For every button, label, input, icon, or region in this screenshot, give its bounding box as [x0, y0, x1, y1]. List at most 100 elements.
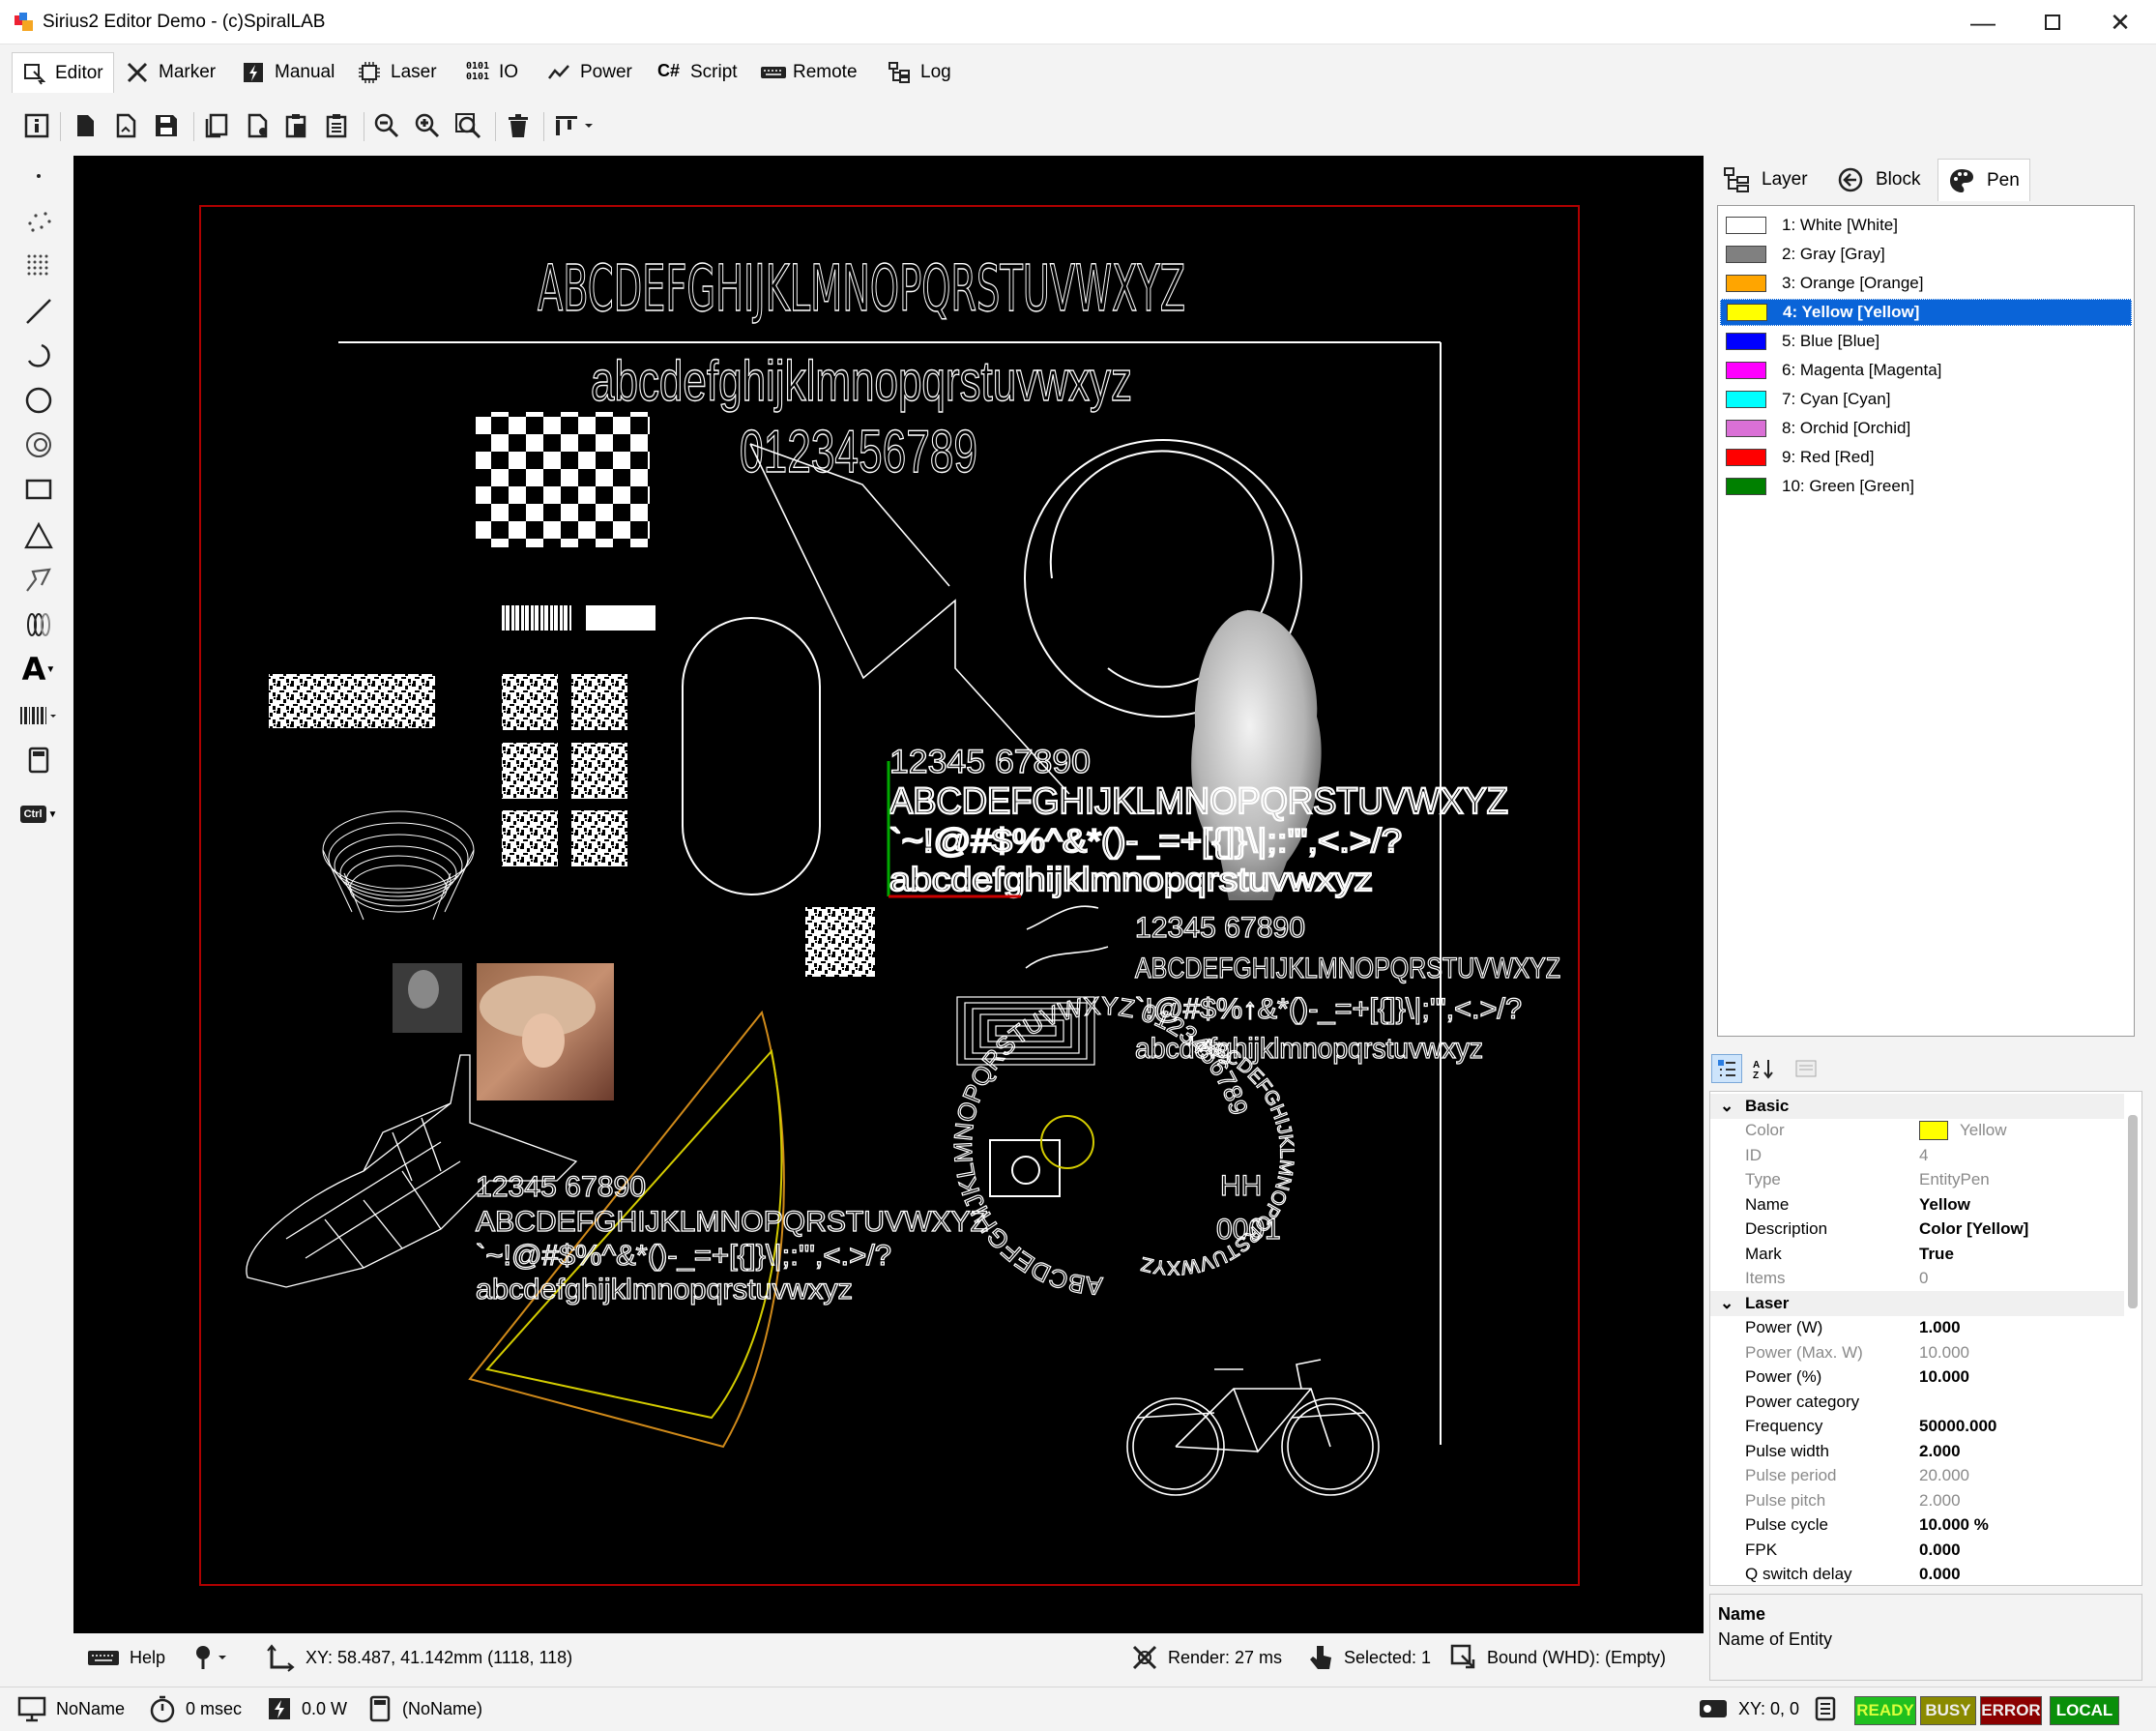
zoom-fit-button[interactable] — [452, 110, 483, 141]
pin-dropdown[interactable] — [191, 1636, 230, 1679]
tab-block[interactable]: Block — [1827, 159, 1930, 201]
rounded-slot[interactable] — [682, 617, 821, 895]
pen-item[interactable]: 3: Orange [Orange] — [1720, 270, 2132, 297]
prop-row-pulse-period[interactable]: Pulse period 20.000 — [1710, 1464, 2124, 1489]
marker-icon — [1132, 1645, 1157, 1670]
points-tool[interactable] — [17, 201, 60, 240]
line-tool[interactable] — [17, 292, 60, 331]
new-button[interactable] — [70, 110, 101, 141]
prop-row-pulse-pitch[interactable]: Pulse pitch 2.000 — [1710, 1488, 2124, 1513]
alphabetical-button[interactable]: AZ — [1748, 1054, 1779, 1083]
property-pages-button[interactable] — [1791, 1054, 1821, 1083]
info-button[interactable] — [21, 110, 52, 141]
polyline-entity[interactable] — [749, 443, 1070, 795]
text-entity-bottom[interactable]: 12345 67890 ABCDEFGHIJKLMNOPQRSTUVWXYZ `… — [475, 1170, 988, 1306]
io-status[interactable] — [1814, 1687, 1837, 1730]
close-button[interactable]: ✕ — [2088, 0, 2152, 44]
pen-item[interactable]: 1: White [White] — [1720, 212, 2132, 239]
paste-button[interactable] — [280, 110, 311, 141]
prop-row-power-max[interactable]: Power (Max. W) 10.000 — [1710, 1340, 2124, 1365]
checkerboard[interactable] — [476, 412, 650, 547]
pen-item[interactable]: 9: Red [Red] — [1720, 444, 2132, 471]
triangle-tool[interactable] — [17, 516, 60, 555]
pen-item[interactable]: 10: Green [Green] — [1720, 473, 2132, 500]
prop-row-frequency[interactable]: Frequency 50000.000 — [1710, 1415, 2124, 1440]
prop-row-type[interactable]: Type EntityPen — [1710, 1168, 2124, 1193]
zoom-out-button[interactable] — [371, 110, 402, 141]
property-grid-scrollbar[interactable] — [2128, 1115, 2138, 1308]
barcode-icon — [20, 707, 56, 724]
prop-row-power-category[interactable]: Power category — [1710, 1390, 2124, 1415]
tab-log[interactable]: Log — [878, 52, 961, 93]
prop-row-color[interactable]: Color Yellow — [1710, 1119, 2124, 1144]
zoom-in-button[interactable] — [412, 110, 443, 141]
arc-tool[interactable] — [17, 337, 60, 375]
editor-icon — [22, 62, 46, 85]
prop-row-fpk[interactable]: FPK 0.000 — [1710, 1538, 2124, 1563]
category-basic[interactable]: ⌄ Basic — [1710, 1094, 2124, 1119]
curve-entity[interactable] — [1025, 905, 1109, 969]
pen-item-selected[interactable]: 4: Yellow [Yellow] — [1720, 299, 2132, 326]
circle-tool[interactable] — [17, 381, 60, 420]
open-button[interactable] — [110, 110, 141, 141]
tab-manual[interactable]: Manual — [232, 52, 344, 93]
barcode-1d[interactable] — [502, 605, 656, 631]
prop-row-power[interactable]: Power (W) 1.000 — [1710, 1316, 2124, 1341]
point-tool[interactable] — [17, 157, 60, 195]
prop-row-mark[interactable]: Mark True — [1710, 1242, 2124, 1267]
paste-array-button[interactable] — [321, 110, 352, 141]
align-dropdown[interactable] — [551, 110, 599, 141]
category-laser[interactable]: ⌄ Laser — [1710, 1291, 2124, 1316]
tab-pen[interactable]: Pen — [1937, 159, 2030, 201]
trepan-tool[interactable] — [17, 425, 60, 464]
tab-marker[interactable]: Marker — [116, 52, 225, 93]
pen-item[interactable]: 5: Blue [Blue] — [1720, 328, 2132, 355]
pen-item[interactable]: 6: Magenta [Magenta] — [1720, 357, 2132, 384]
tab-layer[interactable]: Layer — [1713, 159, 1818, 201]
prop-row-id[interactable]: ID 4 — [1710, 1143, 2124, 1168]
property-grid[interactable]: ⌄ Basic Color Yellow ID 4 Type EntityPen Nam… — [1709, 1091, 2142, 1586]
bicycle-model[interactable] — [1126, 1359, 1380, 1496]
prop-row-pulse-width[interactable]: Pulse width 2.000 — [1710, 1439, 2124, 1464]
prop-row-q-switch-delay[interactable]: Q switch delay 0.000 — [1710, 1563, 2124, 1586]
image-grayscale[interactable] — [393, 963, 462, 1033]
barcode-tool[interactable] — [17, 696, 60, 735]
cylinder-mesh[interactable] — [322, 810, 475, 921]
image-color[interactable] — [477, 963, 614, 1100]
ctrl-tool[interactable]: Ctrl ▼ — [17, 795, 60, 834]
tab-editor[interactable]: Editor — [12, 52, 114, 93]
small-circles[interactable] — [989, 1115, 1094, 1197]
polyline-tool[interactable] — [17, 561, 60, 600]
image-tool[interactable] — [17, 741, 60, 779]
copy-button[interactable] — [201, 110, 232, 141]
tab-remote[interactable]: Remote — [750, 52, 867, 93]
pen-item[interactable]: 7: Cyan [Cyan] — [1720, 386, 2132, 413]
raster-tool[interactable] — [17, 246, 60, 284]
tab-laser[interactable]: Laser — [348, 52, 447, 93]
maximize-button[interactable] — [2021, 0, 2084, 44]
pen-list[interactable]: 1: White [White] 2: Gray [Gray] 3: Orang… — [1717, 205, 2135, 1037]
text-tool[interactable]: A ▼ — [17, 650, 60, 689]
spiral-tool[interactable] — [17, 605, 60, 644]
delete-button[interactable] — [503, 110, 534, 141]
scanner-icon — [1700, 1700, 1727, 1717]
prop-row-description[interactable]: Description Color [Yellow] — [1710, 1218, 2124, 1243]
barcode-pdf417[interactable] — [269, 674, 435, 728]
pen-item[interactable]: 8: Orchid [Orchid] — [1720, 415, 2132, 442]
tab-power[interactable]: Power — [538, 52, 642, 93]
categorized-button[interactable] — [1711, 1054, 1742, 1083]
prop-row-name[interactable]: Name Yellow — [1710, 1192, 2124, 1218]
prop-row-pulse-cycle[interactable]: Pulse cycle 10.000 % — [1710, 1513, 2124, 1539]
help-button[interactable]: Help — [87, 1636, 165, 1679]
rectangle-tool[interactable] — [17, 470, 60, 509]
cut-button[interactable] — [242, 110, 273, 141]
prop-row-items[interactable]: Items 0 — [1710, 1267, 2124, 1292]
prop-row-power-percent[interactable]: Power (%) 10.000 — [1710, 1365, 2124, 1391]
minimize-button[interactable]: — — [1951, 0, 2015, 44]
drawing-canvas[interactable]: ABCDEFGHIJKLMNOPQRSTUVWXYZ abcdefghijklm… — [73, 156, 1704, 1633]
tab-io[interactable]: 0101 0101 IO — [456, 52, 528, 93]
pen-item[interactable]: 2: Gray [Gray] — [1720, 241, 2132, 268]
save-button[interactable] — [151, 110, 182, 141]
tab-script[interactable]: C# Script — [648, 52, 747, 93]
circular-text[interactable]: ABCDEFGHIJKLMNOPQRSTUVWXYZ 0123456789 AB… — [73, 156, 1297, 1302]
